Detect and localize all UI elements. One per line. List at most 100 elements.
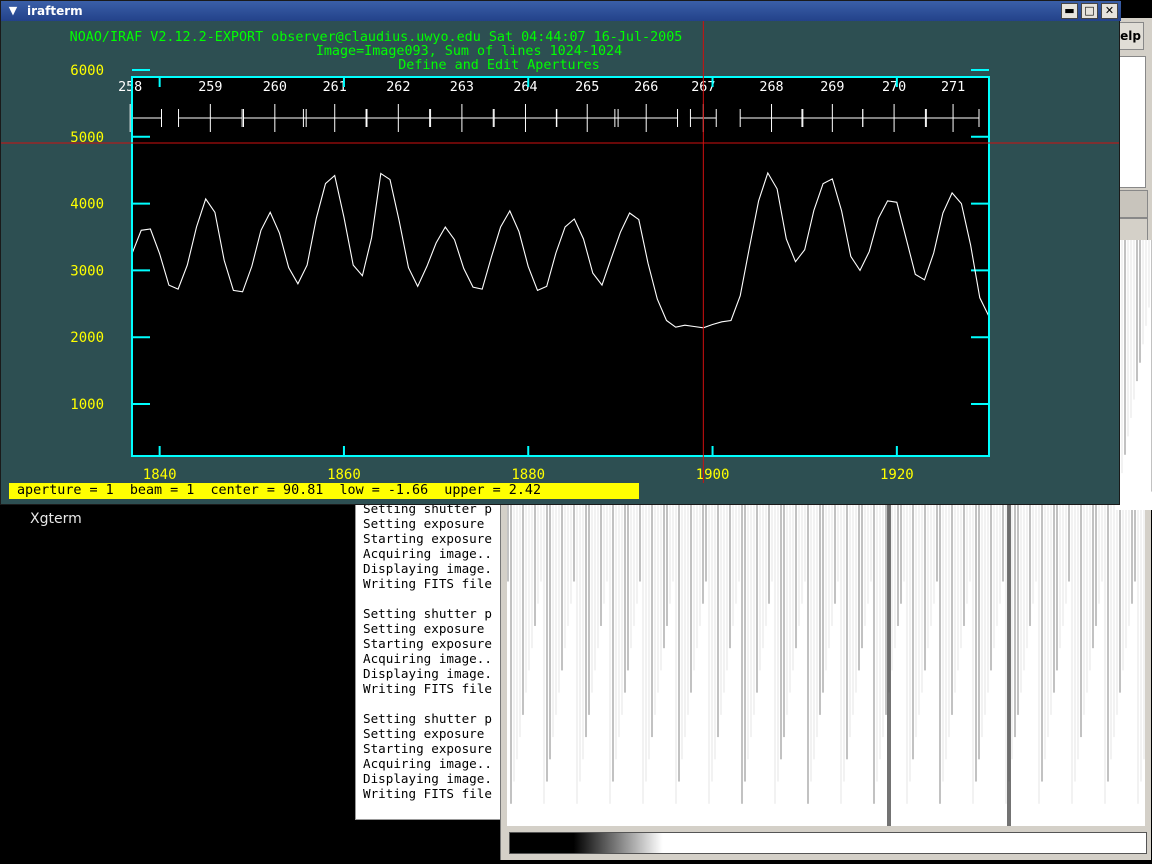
background-panel [1116,56,1146,188]
spectrum-stripe [633,500,635,626]
spectrum-stripe [1137,500,1139,804]
xgterm-line: Setting shutter p [363,711,492,726]
xgterm-line: Acquiring image.. [363,546,492,561]
spectrum-stripe [558,500,560,693]
spectrum-stripe [906,500,908,804]
close-icon: ✕ [1104,4,1115,17]
spectrum-stripe [957,500,959,671]
spectrum-stripe [693,500,695,671]
spectrum-stripe [945,500,947,760]
spectrum-stripe [918,500,920,715]
spectrum-stripe [1136,240,1138,382]
maximize-button[interactable]: □ [1081,3,1098,19]
spectrum-stripe [756,500,758,693]
spectrum-stripe [708,500,710,804]
spectrum-stripe [528,500,530,671]
spectrum-stripe [912,500,914,760]
spectrum-stripe [678,500,680,782]
spectrum-stripe [1035,500,1037,582]
spectrum-stripe [1014,500,1016,738]
spectrum-stripe [1056,500,1058,671]
spectrum-stripe [549,500,551,760]
colorbar[interactable] [509,832,1147,854]
spectrum-stripe [540,500,542,582]
spectrum-stripe [870,500,872,582]
xgterm-window[interactable]: Setting shutter p Setting exposure Startin… [355,490,507,820]
spectrum-stripe [612,500,614,782]
spectrum-stripe [1092,500,1094,649]
spectrum-stripe [579,500,581,782]
xgterm-line: Starting exposure [363,636,492,651]
spectrum-image[interactable] [507,500,1145,826]
spectrum-stripe [672,500,674,582]
spectrum-stripe [879,500,881,760]
spectrum-stripe [513,500,515,782]
title-bar[interactable]: ▼ irafterm ▬ □ ✕ [1,1,1121,21]
spectrum-stripe [948,500,950,738]
spectrum-stripe [717,500,719,738]
spectrum-stripe [831,500,833,626]
xgterm-line: Setting exposure [363,621,485,636]
chevron-down-icon[interactable]: ▼ [6,4,20,18]
xgterm-line: Writing FITS file [363,576,492,591]
spectrum-stripe [663,500,665,649]
spectrum-stripe [723,500,725,693]
spectrum-stripe [1023,500,1025,671]
desktop-icon-label[interactable]: Xgterm [30,511,82,527]
y-tick-label: 4000 [70,197,104,213]
spectrum-stripe [600,500,602,626]
spectrum-stripe [1050,500,1052,715]
xgterm-line: Setting shutter p [363,606,492,621]
spectrum-stripe [828,500,830,649]
spectrum-stripe [1071,500,1073,804]
spectrum-stripe [1139,240,1141,363]
spectrum-stripe [984,500,986,715]
spectrum-stripe [729,500,731,649]
spectrum-stripe [1077,500,1079,760]
spectrum-stripe [786,500,788,715]
close-button[interactable]: ✕ [1101,3,1118,19]
spectrum-stripe [660,500,662,671]
spectrum-stripe [1074,500,1076,782]
spectrum-stripe [1053,500,1055,693]
minimize-button[interactable]: ▬ [1061,3,1078,19]
spectrum-stripe [858,500,860,671]
spectrum-stripe [783,500,785,738]
spectrum-stripe [711,500,713,782]
spectrum-stripe [732,500,734,626]
aperture-plot[interactable]: NOAO/IRAF V2.12.2-EXPORT observer@claudi… [1,21,1119,483]
spectrum-stripe [1083,500,1085,715]
spectrum-stripe [1122,500,1124,671]
spectrum-stripe [750,500,752,738]
spectrum-stripe [618,500,620,738]
image-display-window[interactable] [500,500,1151,860]
spectrum-stripe [1011,500,1013,760]
aperture-label: 266 [634,80,658,95]
spectrum-stripe [864,500,866,626]
spectrum-stripe [819,500,821,715]
spectrum-stripe [1101,500,1103,582]
spectrum-stripe [567,500,569,626]
spectrum-stripe [1095,500,1097,626]
spectrum-stripe [624,500,626,693]
plot-title: Define and Edit Apertures [398,58,600,73]
spectrum-stripe [1098,500,1100,604]
spectrum-stripe [684,500,686,738]
spectrum-stripe [696,500,698,649]
spectrum-stripe [747,500,749,760]
spectrum-stripe [1134,500,1136,582]
aperture-label: 270 [882,80,906,95]
xgterm-line [363,696,492,711]
spectrum-stripe [1140,500,1142,782]
spectrum-stripe [951,500,953,715]
spectrum-stripe [942,500,944,782]
spectrum-stripe [1133,240,1135,400]
minimize-icon: ▬ [1064,4,1075,17]
spectrum-stripe [915,500,917,738]
spectrum-stripe [972,500,974,804]
spectrum-stripe [1128,500,1130,626]
spectrum-stripe [1130,240,1132,418]
spectrum-stripe [909,500,911,782]
spectrum-stripe [810,500,812,782]
irafterm-window[interactable]: ▼ irafterm ▬ □ ✕ NOAO/IRAF V2.12.2-EXPOR… [0,0,1121,505]
